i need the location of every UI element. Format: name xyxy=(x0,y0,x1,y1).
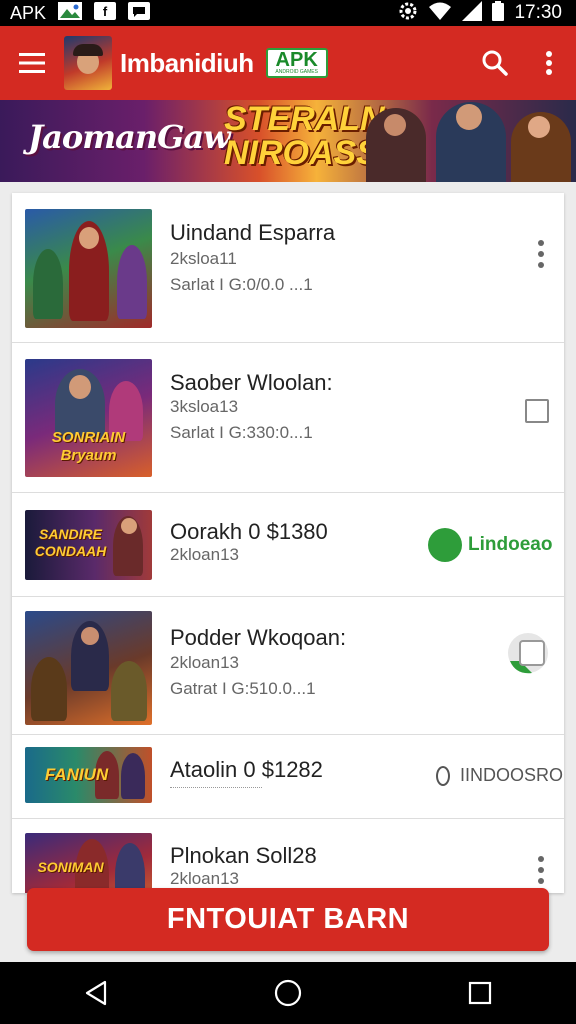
download-status[interactable]: IINDOOSRO xyxy=(436,765,563,786)
app-thumbnail: FANIUN xyxy=(25,747,152,803)
recents-square-icon xyxy=(468,981,492,1005)
app-title: Imbanidiuh xyxy=(120,47,254,78)
banner-heroes-art xyxy=(356,100,576,182)
app-meta: Sarlat I G:0/0.0 ...1 xyxy=(170,275,313,294)
app-meta: Sarlat I G:330:0...1 xyxy=(170,423,313,442)
battery-icon xyxy=(492,0,505,26)
message-icon xyxy=(128,1,151,25)
status-label: APK xyxy=(10,2,47,23)
facebook-icon: f xyxy=(94,1,117,25)
screen: APK f 17:30 Imbanidiuh APK ANDROID GAMES… xyxy=(0,0,576,1024)
app-thumbnail xyxy=(25,209,152,328)
thumb-caption: SONRIAIN Bryaum xyxy=(51,429,126,464)
app-title: Ataolin 0 $1282 xyxy=(170,757,323,782)
status-time: 17:30 xyxy=(514,2,562,23)
app-subtitle: 2kloan13 xyxy=(170,653,240,672)
wifi-icon xyxy=(428,1,452,26)
app-meta: Gatrat I G:510.0...1 xyxy=(170,679,316,698)
app-subtitle: 3ksloa13 xyxy=(170,397,239,416)
more-options-button[interactable] xyxy=(529,237,553,271)
search-button[interactable] xyxy=(468,26,522,100)
image-icon xyxy=(58,1,83,25)
app-title: Plnokan Soll28 xyxy=(170,843,317,868)
primary-action-button[interactable]: FNTOUIAT BARN xyxy=(27,888,549,951)
app-thumbnail: SONIMAN xyxy=(25,833,152,893)
install-button[interactable]: Lindoeao xyxy=(428,528,552,562)
hamburger-icon xyxy=(19,53,45,73)
download-status-label: IINDOOSRO xyxy=(460,765,564,785)
overflow-menu-button[interactable] xyxy=(522,26,576,100)
svg-text:f: f xyxy=(103,4,108,19)
list-item[interactable]: SONIMAN Plnokan Soll28 2kloan13 xyxy=(12,819,564,893)
app-thumbnail: SANDIRE CONDAAH xyxy=(25,510,152,580)
app-title: Oorakh 0 $1380 xyxy=(170,519,328,544)
install-dot-icon xyxy=(428,528,462,562)
more-options-button[interactable] xyxy=(529,853,553,887)
signal-icon xyxy=(462,0,483,26)
app-thumbnail: SONRIAIN Bryaum xyxy=(25,359,152,477)
navigation-bar xyxy=(0,962,576,1024)
banner-center-text: STERALN NIROASS! xyxy=(224,100,391,172)
app-subtitle: 2kloan13 xyxy=(170,869,240,888)
select-checkbox[interactable] xyxy=(525,399,549,423)
thumb-caption: SONIMAN xyxy=(37,859,104,875)
app-logo xyxy=(64,36,112,90)
home-circle-icon xyxy=(274,979,302,1007)
status-bar: APK f 17:30 xyxy=(0,0,576,26)
banner-left-text: JaomanGaw xyxy=(28,118,231,156)
rating-underline xyxy=(170,787,262,788)
back-button[interactable] xyxy=(66,968,126,1018)
menu-button[interactable] xyxy=(0,26,64,100)
apk-badge: APK ANDROID GAMES xyxy=(265,48,328,78)
install-label: Lindoeao xyxy=(468,534,553,555)
thumb-caption: FANIUN xyxy=(44,765,109,784)
settings-icon xyxy=(398,1,418,26)
list-item[interactable]: FANIUN Ataolin 0 $1282 IINDOOSRO xyxy=(12,735,564,819)
search-icon xyxy=(482,50,508,76)
app-title: Saober Wloolan: xyxy=(170,370,333,395)
app-bar: Imbanidiuh APK ANDROID GAMES xyxy=(0,26,576,100)
thumb-caption: SANDIRE CONDAAH xyxy=(34,526,107,559)
more-vertical-icon xyxy=(546,51,552,75)
list-item[interactable]: SONRIAIN Bryaum Saober Wloolan: 3ksloa13… xyxy=(12,343,564,493)
open-app-icon[interactable] xyxy=(506,631,550,675)
home-button[interactable] xyxy=(258,968,318,1018)
recents-button[interactable] xyxy=(450,968,510,1018)
app-list: Uindand Esparra 2ksloa11 Sarlat I G:0/0.… xyxy=(12,193,564,893)
app-subtitle: 2kloan13 xyxy=(170,545,240,564)
app-subtitle: 2ksloa11 xyxy=(170,249,237,268)
status-ring-icon xyxy=(436,765,450,786)
list-item[interactable]: Podder Wkoqoan: 2kloan13 Gatrat I G:510.… xyxy=(12,597,564,735)
promo-banner[interactable]: JaomanGaw STERALN NIROASS! xyxy=(0,100,576,182)
back-triangle-icon xyxy=(85,980,107,1006)
app-thumbnail xyxy=(25,611,152,725)
list-item[interactable]: SANDIRE CONDAAH Oorakh 0 $1380 2kloan13 … xyxy=(12,493,564,597)
list-item[interactable]: Uindand Esparra 2ksloa11 Sarlat I G:0/0.… xyxy=(12,193,564,343)
app-title: Uindand Esparra xyxy=(170,220,336,245)
app-title: Podder Wkoqoan: xyxy=(170,625,347,650)
